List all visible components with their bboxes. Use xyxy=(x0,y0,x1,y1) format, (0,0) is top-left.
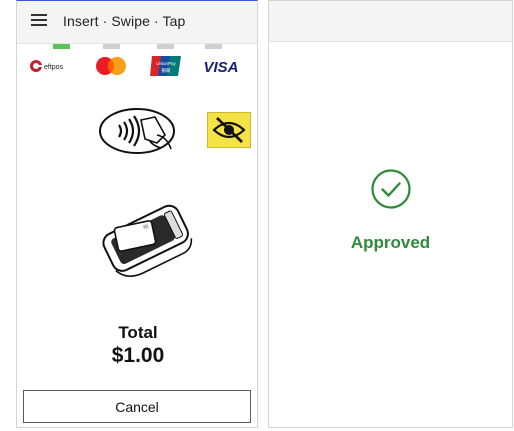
eftpos-logo: eftpos xyxy=(30,60,64,72)
unionpay-logo: UnionPay 银联 xyxy=(150,56,181,76)
result-header xyxy=(269,1,512,42)
total-amount: $1.00 xyxy=(111,344,165,367)
visa-text: VISA xyxy=(203,59,238,76)
mastercard-logo xyxy=(96,57,126,75)
brand-indicator-mastercard xyxy=(103,44,120,49)
payment-header: Insert · Swipe · Tap xyxy=(17,1,257,44)
brand-indicator-visa xyxy=(205,44,222,49)
visa-logo: VISA xyxy=(203,59,238,76)
cancel-button[interactable]: Cancel xyxy=(23,390,251,423)
eftpos-text: eftpos xyxy=(44,64,64,71)
approved-status: Approved xyxy=(350,233,431,252)
total-label: Total xyxy=(118,323,158,342)
brand-indicator-eftpos xyxy=(53,44,70,49)
accessibility-toggle[interactable] xyxy=(207,112,251,148)
accessibility-eye-icon xyxy=(212,117,246,143)
result-panel: Approved xyxy=(268,0,513,428)
svg-text:银联: 银联 xyxy=(162,67,171,74)
unionpay-text: UnionPay xyxy=(156,61,176,66)
payment-panel: Insert · Swipe · Tap eftpos UnionPay 银联 … xyxy=(16,0,258,428)
contactless-icon xyxy=(99,108,175,154)
page-title: Insert · Swipe · Tap xyxy=(63,13,186,29)
brand-indicator-unionpay xyxy=(157,44,174,49)
menu-icon[interactable] xyxy=(31,14,47,28)
card-terminal-icon xyxy=(102,204,193,277)
check-circle-icon xyxy=(371,169,411,209)
